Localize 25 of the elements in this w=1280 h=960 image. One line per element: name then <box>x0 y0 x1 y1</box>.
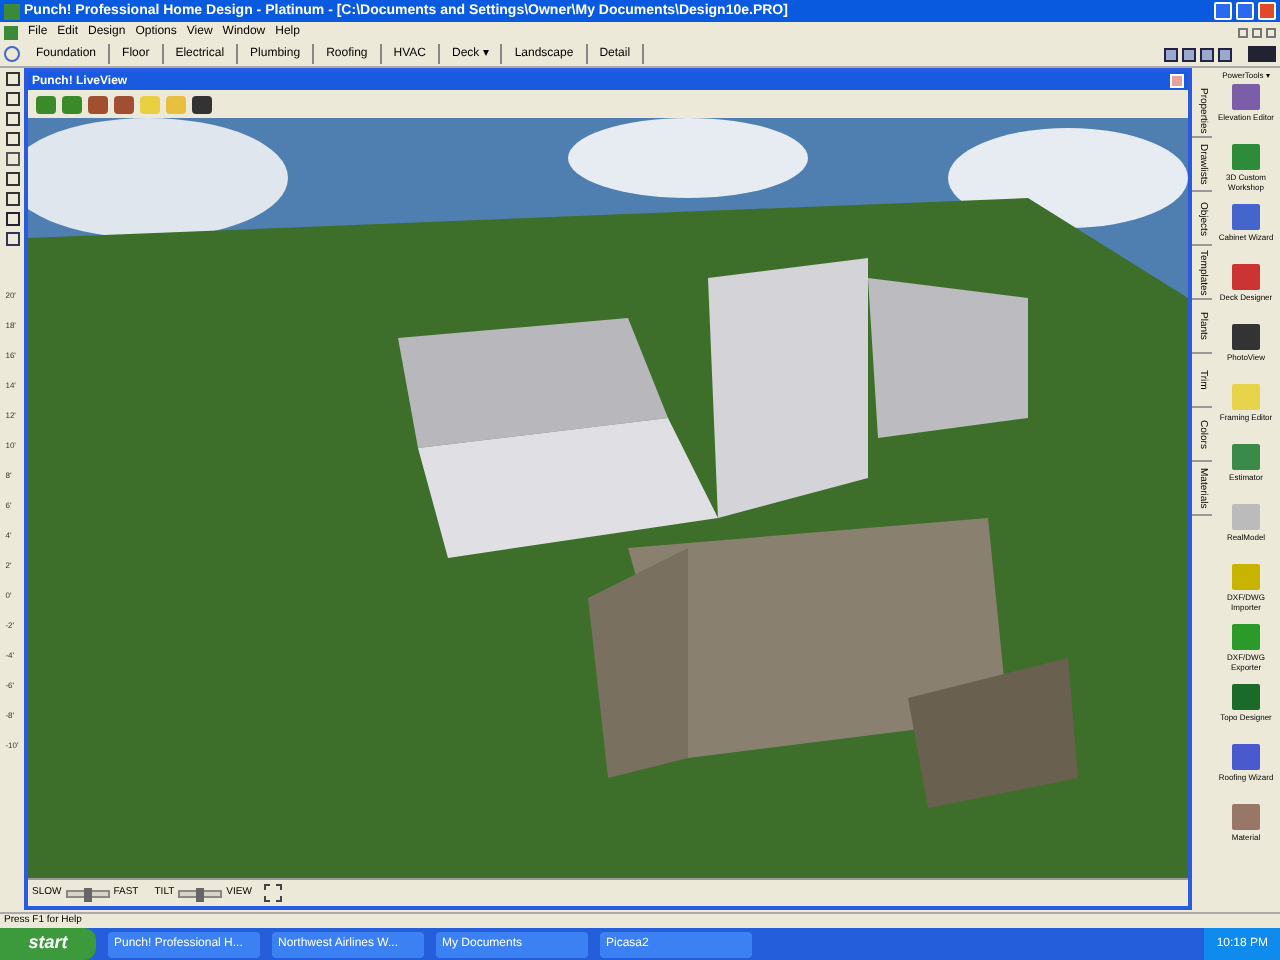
tool-icon <box>1232 84 1260 110</box>
tool-icon <box>1232 624 1260 650</box>
minimize-button[interactable] <box>1214 2 1232 20</box>
tool-icon <box>1232 204 1260 230</box>
app-icon <box>4 3 20 19</box>
tool-icon <box>1232 564 1260 590</box>
zoom-icon[interactable] <box>4 46 20 62</box>
tool-icon <box>1232 384 1260 410</box>
slider-thumb[interactable] <box>196 887 205 901</box>
tool-icon <box>1232 804 1260 830</box>
slider-track[interactable] <box>178 889 223 897</box>
tool-icon <box>1232 684 1260 710</box>
slider-thumb[interactable] <box>83 887 92 901</box>
maximize-button[interactable] <box>1236 2 1254 20</box>
slider-track[interactable] <box>65 889 110 897</box>
start-button[interactable]: start <box>0 928 96 960</box>
tool-icon <box>1232 444 1260 470</box>
tool-icon <box>1232 504 1260 530</box>
close-button[interactable] <box>1258 2 1276 20</box>
tool-icon <box>1232 324 1260 350</box>
tool-icon <box>1232 744 1260 770</box>
tool-icon <box>1232 264 1260 290</box>
tool-icon <box>1232 144 1260 170</box>
document-icon <box>4 25 18 39</box>
move-control-icon[interactable] <box>263 884 282 902</box>
